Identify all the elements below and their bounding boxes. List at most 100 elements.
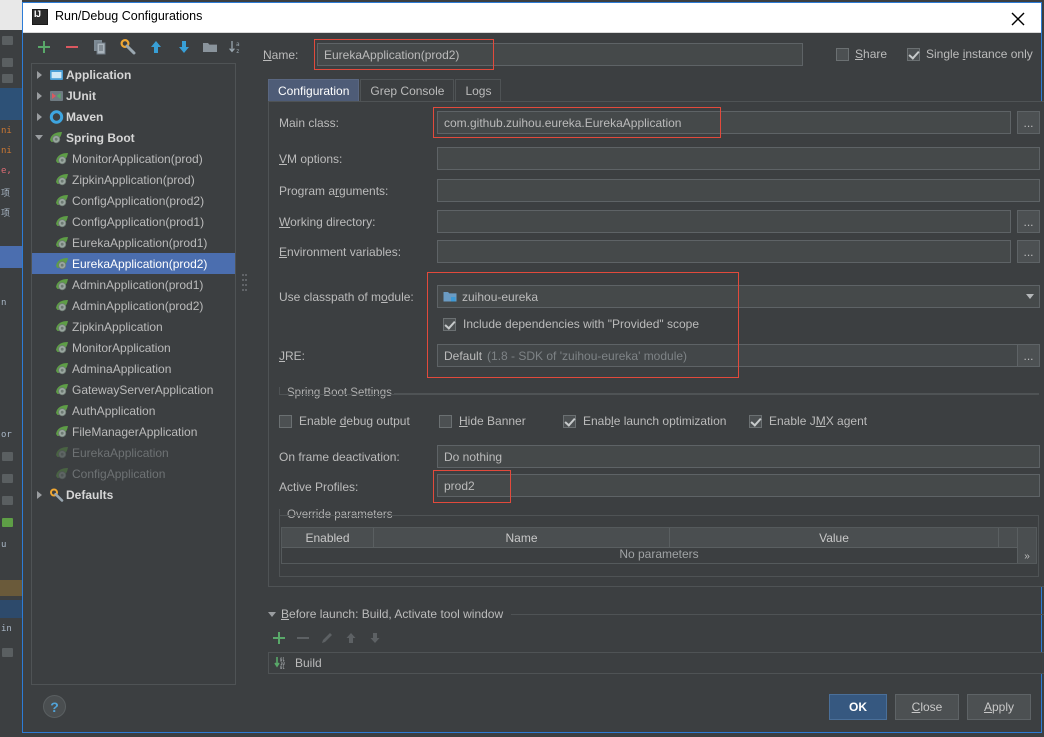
spring-boot-icon [54,151,72,167]
tree-item-configapplication-prod1[interactable]: ConfigApplication(prod1) [32,211,235,232]
tree-item-zipkinapplication[interactable]: ZipkinApplication [32,316,235,337]
wrench-icon[interactable] [120,38,136,55]
on-frame-deactivation-combo[interactable]: Do nothing [437,445,1040,468]
spring-boot-icon [54,319,72,335]
active-profiles-label: Active Profiles: [279,480,359,494]
tree-item-eurekaapplication-prod2[interactable]: EurekaApplication(prod2) [32,253,235,274]
tree-item-monitorapplication-prod[interactable]: MonitorApplication(prod) [32,148,235,169]
close-icon[interactable] [995,3,1041,31]
minus-icon[interactable] [64,39,80,55]
checkbox-box[interactable] [749,414,762,428]
tab-grep-console[interactable]: Grep Console [360,79,455,102]
working-directory-input[interactable] [437,210,1011,233]
tree-item-gatewayserverapplication[interactable]: GatewayServerApplication [32,379,235,400]
working-directory-label: Working directory: [279,215,376,229]
chevron-down-icon[interactable] [32,127,48,148]
chevron-double-right-icon[interactable]: » [1017,528,1036,563]
vm-options-input[interactable] [437,147,1040,170]
use-classpath-dropdown[interactable] [1020,286,1040,307]
tree-item-adminaapplication[interactable]: AdminaApplication [32,358,235,379]
chevron-right-icon[interactable] [32,85,48,106]
checkbox-box[interactable] [563,414,576,428]
tree-item-eurekaapplication[interactable]: EurekaApplication [32,442,235,463]
environment-variables-browse-button[interactable]: ... [1017,240,1040,263]
table-column-header[interactable]: Enabled [282,528,374,547]
tree-item-label: EurekaApplication(prod2) [72,256,208,271]
table-column-header[interactable]: Value [670,528,999,547]
spring-boot-icon [54,193,72,209]
arrow-down-icon [367,630,383,646]
name-input[interactable]: EurekaApplication(prod2) [317,43,803,66]
single-instance-checkbox[interactable]: Single instance only [907,47,1033,61]
spring-boot-checkbox-enable-jmx-agent[interactable]: Enable JMX agent [749,414,867,428]
panel-splitter[interactable] [241,273,248,295]
use-classpath-module-combo[interactable]: zuihou-eureka [437,285,1040,308]
spring-boot-icon [54,214,72,230]
checkbox-label: Hide Banner [459,414,526,428]
environment-variables-input[interactable] [437,240,1011,263]
spring-boot-icon [54,298,72,314]
tree-item-filemanagerapplication[interactable]: FileManagerApplication [32,421,235,442]
tree-item-label: MonitorApplication [72,340,171,355]
checkbox-box[interactable] [279,414,292,428]
tree-item-zipkinapplication-prod[interactable]: ZipkinApplication(prod) [32,169,235,190]
tree-item-configapplication[interactable]: ConfigApplication [32,463,235,484]
copy-icon[interactable] [92,39,108,55]
maven-icon [49,109,64,124]
single-instance-checkbox-box[interactable] [907,47,920,61]
tree-item-application[interactable]: Application [32,64,235,85]
tab-configuration[interactable]: Configuration [268,79,360,102]
tree-item-eurekaapplication-prod1[interactable]: EurekaApplication(prod1) [32,232,235,253]
tree-item-maven[interactable]: Maven [32,106,235,127]
spring-boot-icon [55,236,70,250]
spring-boot-checkbox-hide-banner[interactable]: Hide Banner [439,414,526,428]
spring-boot-icon [55,446,70,460]
include-provided-checkbox[interactable]: Include dependencies with "Provided" sco… [443,317,699,331]
arrow-up-icon[interactable] [148,39,164,55]
chevron-right-icon[interactable] [32,484,48,505]
share-checkbox[interactable]: Share [836,47,887,61]
plus-icon[interactable] [36,39,52,55]
checkbox-box[interactable] [439,414,452,428]
defaults-wrench-icon [48,487,66,503]
main-class-input[interactable]: com.github.zuihou.eureka.EurekaApplicati… [437,111,1011,134]
apply-button[interactable]: Apply [967,694,1031,720]
share-checkbox-box[interactable] [836,47,849,61]
jre-combo[interactable]: Default (1.8 - SDK of 'zuihou-eureka' mo… [437,344,1040,367]
tree-item-monitorapplication[interactable]: MonitorApplication [32,337,235,358]
tree-item-label: FileManagerApplication [72,424,198,439]
tree-item-adminapplication-prod2[interactable]: AdminApplication(prod2) [32,295,235,316]
tree-item-spring-boot[interactable]: Spring Boot [32,127,235,148]
tree-item-defaults[interactable]: Defaults [32,484,235,505]
chevron-right-icon[interactable] [32,64,48,85]
include-provided-checkbox-box[interactable] [443,317,456,331]
before-launch-task-list[interactable]: 01 10 01 Build [268,652,1044,674]
arrow-down-icon[interactable] [176,39,192,55]
main-class-browse-button[interactable]: ... [1017,111,1040,134]
configurations-tree[interactable]: Application JUnit Maven Spring Boot MonitorA… [31,63,236,685]
table-column-header[interactable]: Name [374,528,670,547]
folder-icon[interactable] [202,39,218,55]
override-parameters-table[interactable]: Enabled Name Value No parameters » [281,527,1037,564]
program-arguments-input[interactable] [437,179,1040,202]
jre-value: Default [444,348,483,363]
tab-logs[interactable]: Logs [455,79,502,102]
chevron-right-icon[interactable] [32,106,48,127]
working-directory-browse-button[interactable]: ... [1017,210,1040,233]
tree-item-adminapplication-prod1[interactable]: AdminApplication(prod1) [32,274,235,295]
help-button[interactable]: ? [43,695,66,718]
tree-item-configapplication-prod2[interactable]: ConfigApplication(prod2) [32,190,235,211]
jre-browse-button[interactable]: ... [1017,344,1040,367]
ok-button[interactable]: OK [829,694,887,720]
spring-boot-checkbox-enable-debug-output[interactable]: Enable debug output [279,414,410,428]
active-profiles-input[interactable]: prod2 [437,474,1040,497]
collapse-triangle-icon[interactable] [268,611,276,617]
close-button[interactable]: Close [895,694,959,720]
spring-boot-icon [54,445,72,461]
pencil-icon [319,630,335,646]
tree-item-junit[interactable]: JUnit [32,85,235,106]
plus-icon[interactable] [271,630,287,646]
spring-boot-checkbox-enable-launch-optimization[interactable]: Enable launch optimization [563,414,726,428]
sort-az-icon[interactable]: a z [228,39,244,55]
tree-item-authapplication[interactable]: AuthApplication [32,400,235,421]
